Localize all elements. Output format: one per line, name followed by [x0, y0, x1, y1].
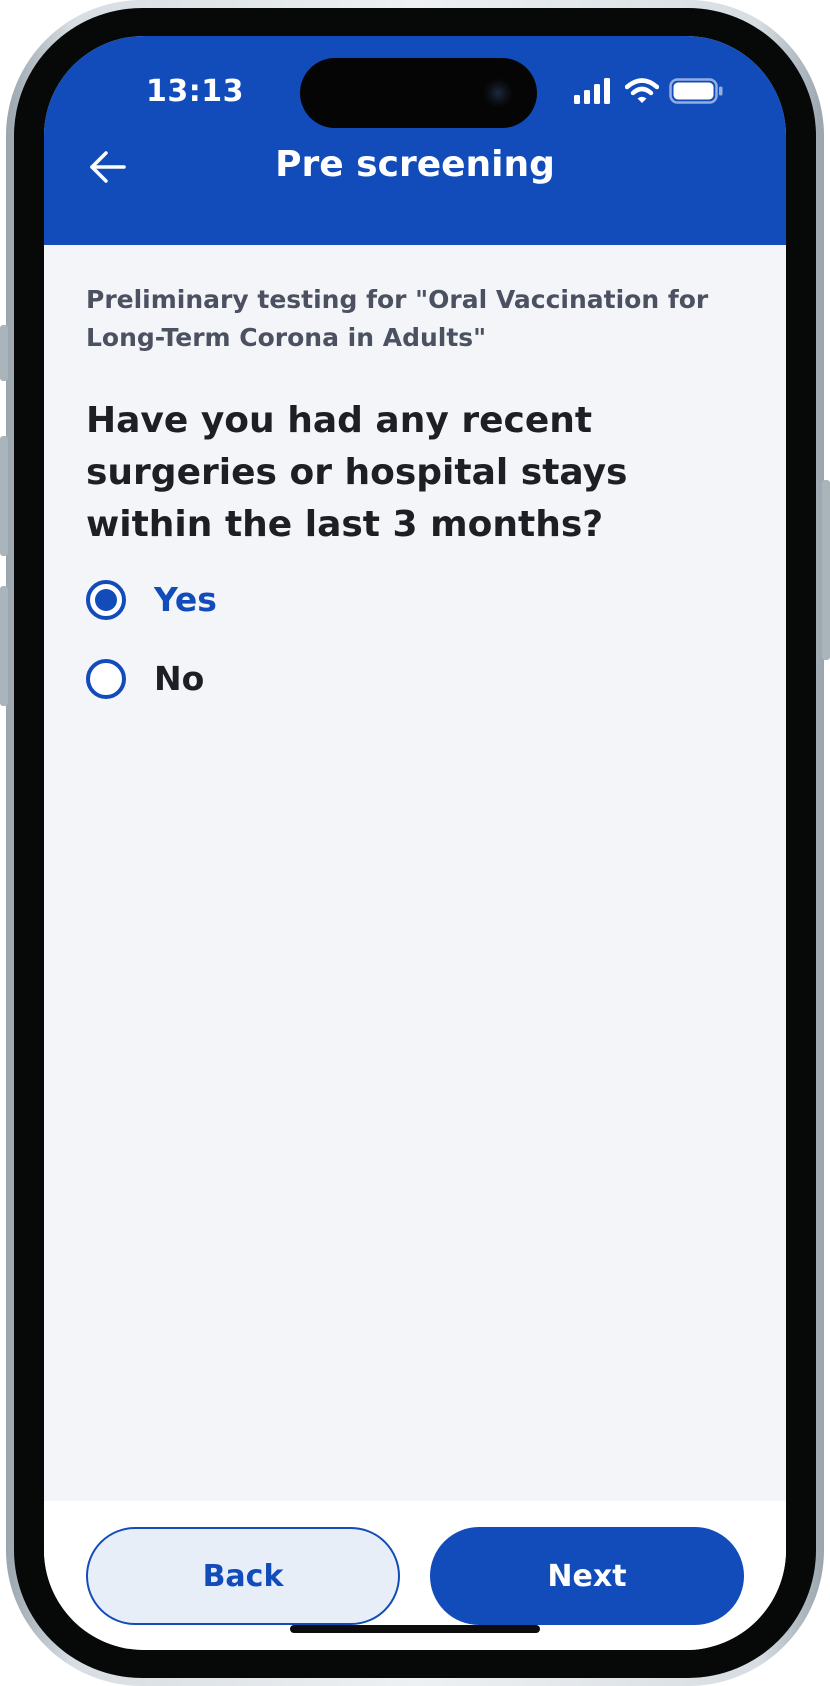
option-no[interactable]: No [86, 655, 386, 705]
phone-frame: 13:13 Pre screening Preliminary testing … [0, 0, 830, 1686]
silent-switch [0, 325, 8, 381]
option-no-label: No [154, 659, 205, 698]
home-indicator[interactable] [290, 1625, 540, 1633]
question-text: Have you had any recent surgeries or hos… [86, 400, 628, 545]
battery-icon [669, 78, 723, 104]
volume-up-button [0, 436, 8, 556]
option-yes[interactable]: Yes [86, 576, 386, 626]
status-icons [574, 78, 724, 104]
option-yes-label: Yes [154, 580, 217, 619]
next-button[interactable]: Next [430, 1527, 744, 1625]
app-header: 13:13 Pre screening [44, 36, 786, 245]
radio-unselected-icon[interactable] [86, 659, 126, 699]
wifi-icon [625, 78, 659, 103]
back-button[interactable]: Back [86, 1527, 400, 1625]
screening-content: Preliminary testing for "Oral Vaccinatio… [44, 245, 786, 1501]
cellular-signal-icon [574, 78, 610, 104]
camera-icon [483, 78, 513, 108]
back-arrow-icon[interactable] [88, 150, 128, 184]
status-time: 13:13 [146, 74, 244, 109]
radio-dot [95, 589, 117, 611]
radio-selected-icon[interactable] [86, 580, 126, 620]
study-description: Preliminary testing for "Oral Vaccinatio… [86, 285, 709, 352]
volume-down-button [0, 586, 8, 706]
page-title: Pre screening [275, 144, 555, 185]
dynamic-island [300, 58, 537, 128]
power-button [822, 480, 830, 660]
screen: 13:13 Pre screening Preliminary testing … [44, 36, 786, 1650]
